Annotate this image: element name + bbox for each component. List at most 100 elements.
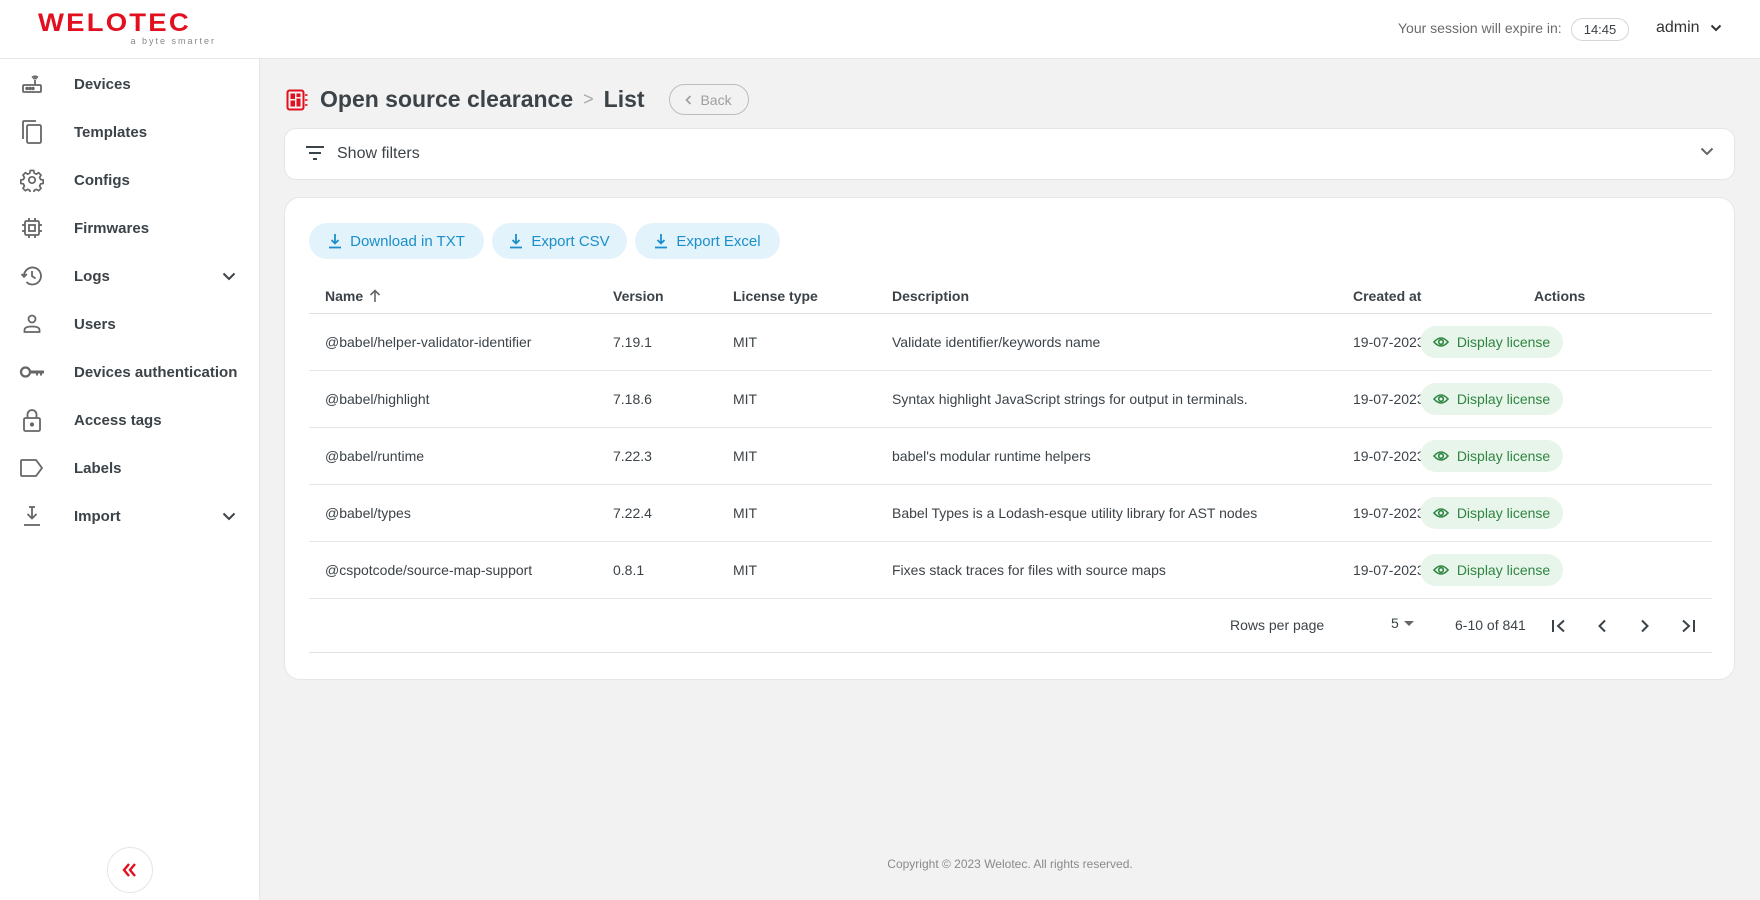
cell-description: babel's modular runtime helpers xyxy=(892,448,1091,464)
caret-down-icon xyxy=(1403,620,1414,626)
cell-license: MIT xyxy=(733,391,758,407)
welotec-logo[interactable]: Welotec a byte smarter xyxy=(38,11,216,47)
user-name: admin xyxy=(1656,19,1700,36)
table-row: @babel/helper-validator-identifier 7.19.… xyxy=(309,314,1712,371)
sidebar-item-firmwares[interactable]: Firmwares xyxy=(0,204,259,252)
export-csv-label: Export CSV xyxy=(531,232,610,250)
export-excel-button[interactable]: Export Excel xyxy=(635,223,780,259)
column-header-label: Name xyxy=(325,288,364,304)
first-page-button[interactable] xyxy=(1546,613,1572,639)
last-page-button[interactable] xyxy=(1675,613,1701,639)
eye-icon xyxy=(1432,337,1449,347)
cell-name: @babel/helper-validator-identifier xyxy=(325,334,532,350)
user-menu[interactable]: admin xyxy=(1656,19,1722,37)
label-icon xyxy=(19,455,45,481)
cell-description: Syntax highlight JavaScript strings for … xyxy=(892,391,1248,407)
sidebar-item-users[interactable]: Users xyxy=(0,300,259,348)
session-expiry-label: Your session will expire in: xyxy=(1398,20,1562,36)
download-txt-button[interactable]: Download in TXT xyxy=(309,223,484,259)
sidebar-item-labels[interactable]: Labels xyxy=(0,444,259,492)
display-license-button[interactable]: Display license xyxy=(1420,326,1563,358)
column-header-label: Description xyxy=(892,288,970,304)
column-header-description[interactable]: Description xyxy=(892,288,969,304)
column-header-license-type[interactable]: License type xyxy=(733,288,818,304)
sort-ascending-icon xyxy=(370,289,381,302)
sidebar-item-access-tags[interactable]: Access tags xyxy=(0,396,259,444)
chevron-down-icon[interactable] xyxy=(222,512,236,521)
logo-wordmark: Welotec xyxy=(38,9,191,37)
sidebar-item-configs[interactable]: Configs xyxy=(0,156,259,204)
oss-list-card: Download in TXT Export CSV Export Excel … xyxy=(284,197,1735,680)
eye-icon xyxy=(1432,565,1449,575)
rows-per-page-label: Rows per page xyxy=(1230,617,1325,633)
breadcrumb-separator: > xyxy=(583,89,594,109)
sidebar-item-label: Firmwares xyxy=(74,219,150,237)
sidebar-item-devices[interactable]: Devices xyxy=(0,60,259,108)
chevron-down-icon xyxy=(1700,147,1714,156)
display-license-label: Display license xyxy=(1456,448,1551,464)
cell-name: @babel/types xyxy=(325,505,411,521)
sidebar-item-label: Logs xyxy=(74,267,110,285)
sidebar-item-logs[interactable]: Logs xyxy=(0,252,259,300)
display-license-label: Display license xyxy=(1456,505,1551,521)
display-license-label: Display license xyxy=(1456,391,1551,407)
gear-icon xyxy=(19,167,45,193)
next-page-button[interactable] xyxy=(1632,613,1658,639)
cell-license: MIT xyxy=(733,448,758,464)
column-header-name[interactable]: Name xyxy=(325,288,381,304)
cell-license: MIT xyxy=(733,505,758,521)
chevron-right-icon xyxy=(1641,619,1649,633)
column-header-label: License type xyxy=(733,288,818,304)
history-icon xyxy=(19,263,45,289)
copy-icon xyxy=(19,119,45,145)
filters-label: Show filters xyxy=(337,145,420,162)
column-header-actions: Actions xyxy=(1534,288,1585,304)
sidebar: Devices Templates Configs Firmwares Logs… xyxy=(0,59,260,900)
user-icon xyxy=(19,311,45,337)
chip-icon xyxy=(19,215,45,241)
column-header-label: Created at xyxy=(1353,288,1422,304)
double-chevron-left-icon xyxy=(122,863,136,877)
column-header-version[interactable]: Version xyxy=(613,288,664,304)
download-icon xyxy=(510,234,523,249)
cell-name: @cspotcode/source-map-support xyxy=(325,562,533,578)
display-license-button[interactable]: Display license xyxy=(1420,383,1563,415)
key-icon xyxy=(19,359,45,385)
column-header-label: Version xyxy=(613,288,664,304)
logo-tagline: a byte smarter xyxy=(130,36,216,46)
chevron-left-icon xyxy=(1598,619,1606,633)
top-header: Welotec a byte smarter Your session will… xyxy=(0,0,1760,59)
display-license-button[interactable]: Display license xyxy=(1420,440,1563,472)
cell-description: Babel Types is a Lodash-esque utility li… xyxy=(892,505,1258,521)
sidebar-item-label: Devices xyxy=(74,75,131,93)
breadcrumb-current: List xyxy=(603,86,645,112)
display-license-button[interactable]: Display license xyxy=(1420,554,1563,586)
table-row: @babel/highlight 7.18.6 MIT Syntax highl… xyxy=(309,371,1712,428)
back-button[interactable]: Back xyxy=(668,84,749,115)
filters-toggle[interactable]: Show filters xyxy=(284,128,1735,180)
router-icon xyxy=(19,71,45,97)
sidebar-item-label: Access tags xyxy=(74,411,162,429)
eye-icon xyxy=(1432,508,1449,518)
cell-name: @babel/runtime xyxy=(325,448,425,464)
rows-per-page-select[interactable]: 5 xyxy=(1391,615,1415,631)
display-license-label: Display license xyxy=(1456,562,1551,578)
sidebar-item-label: Templates xyxy=(74,123,148,141)
chevron-down-icon[interactable] xyxy=(222,272,236,281)
table-row: @cspotcode/source-map-support 0.8.1 MIT … xyxy=(309,542,1712,599)
export-csv-button[interactable]: Export CSV xyxy=(492,223,627,259)
open-source-clearance-icon xyxy=(286,89,308,110)
collapse-sidebar-button[interactable] xyxy=(107,847,153,893)
session-timer: 14:45 xyxy=(1571,18,1629,41)
sidebar-item-devices-authentication[interactable]: Devices authentication xyxy=(0,348,259,396)
previous-page-button[interactable] xyxy=(1589,613,1615,639)
sidebar-item-label: Devices authentication xyxy=(74,363,238,381)
rows-per-page-value: 5 xyxy=(1391,615,1399,631)
sidebar-item-templates[interactable]: Templates xyxy=(0,108,259,156)
sidebar-item-label: Import xyxy=(74,507,121,525)
table-row: @babel/runtime 7.22.3 MIT babel's modula… xyxy=(309,428,1712,485)
cell-license: MIT xyxy=(733,334,758,350)
column-header-created-at[interactable]: Created at xyxy=(1353,288,1421,304)
display-license-button[interactable]: Display license xyxy=(1420,497,1563,529)
sidebar-item-import[interactable]: Import xyxy=(0,492,259,540)
